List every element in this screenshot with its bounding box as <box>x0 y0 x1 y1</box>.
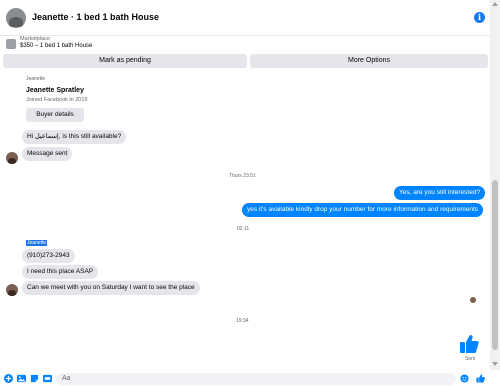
avatar[interactable] <box>6 8 26 28</box>
scroll-down-arrow-icon[interactable] <box>492 362 498 366</box>
timestamp: 02:11 <box>237 226 250 232</box>
thumbs-up-icon[interactable] <box>459 334 479 354</box>
sent-status: Sent <box>465 356 476 362</box>
avatar[interactable] <box>6 284 18 296</box>
timestamp: 19:34 <box>236 318 249 324</box>
buyer-details-button[interactable]: Buyer details <box>26 108 84 122</box>
sender-name-selected: Jeanette <box>26 240 48 246</box>
marketplace-label: Marketplace <box>20 36 50 42</box>
sender-name: Jeanette <box>26 240 48 246</box>
buyer-joined: Joined Facebook in 2019 <box>26 97 88 103</box>
emoji-icon[interactable] <box>460 374 469 383</box>
message-bubble[interactable]: Yes, are you still interested? <box>394 186 486 200</box>
listing-thumbnail <box>6 39 16 49</box>
conversation-header: Jeanette · 1 bed 1 bath House i <box>0 0 490 36</box>
message-bubble[interactable]: (910)273-2943 <box>22 249 75 263</box>
avatar[interactable] <box>6 152 18 164</box>
buyer-name[interactable]: Jeanette Spratley <box>26 87 84 94</box>
listing-title: $350 – 1 bed 1 bath House <box>20 43 93 49</box>
message-input[interactable]: Aa <box>56 373 456 385</box>
thumbs-up-icon[interactable] <box>476 374 485 383</box>
image-icon[interactable] <box>17 374 26 383</box>
sticker-icon[interactable] <box>30 374 39 383</box>
scroll-up-arrow-icon[interactable] <box>492 2 498 6</box>
message-bubble[interactable]: I need this place ASAP <box>22 265 99 279</box>
message-bubble[interactable]: yes it's available kindly drop your numb… <box>242 203 484 217</box>
conversation-title[interactable]: Jeanette · 1 bed 1 bath House <box>32 12 159 22</box>
plus-icon[interactable] <box>4 374 13 383</box>
seen-avatar <box>470 297 476 303</box>
scrollbar[interactable] <box>490 0 500 370</box>
composer-bar: Aa <box>0 370 500 388</box>
buyer-card: Jeanette Spratley Joined Facebook in 201… <box>22 84 92 126</box>
message-bubble[interactable]: Message sent <box>22 147 73 161</box>
gif-icon[interactable] <box>43 374 52 383</box>
mark-as-pending-button[interactable]: Mark as pending <box>3 54 247 68</box>
sender-name: Jeanette <box>26 76 46 82</box>
info-icon[interactable]: i <box>474 12 485 23</box>
more-options-button[interactable]: More Options <box>250 54 488 68</box>
scrollbar-thumb[interactable] <box>492 180 498 350</box>
message-input-placeholder: Aa <box>62 375 71 382</box>
timestamp: Thurs 23:51 <box>229 173 256 179</box>
message-bubble[interactable]: Can we meet with you on Saturday I want … <box>22 281 200 295</box>
message-bubble[interactable]: Hi إسماعيل, is this still available? <box>22 130 127 144</box>
marketplace-listing[interactable]: Marketplace $350 – 1 bed 1 bath House <box>0 36 490 52</box>
